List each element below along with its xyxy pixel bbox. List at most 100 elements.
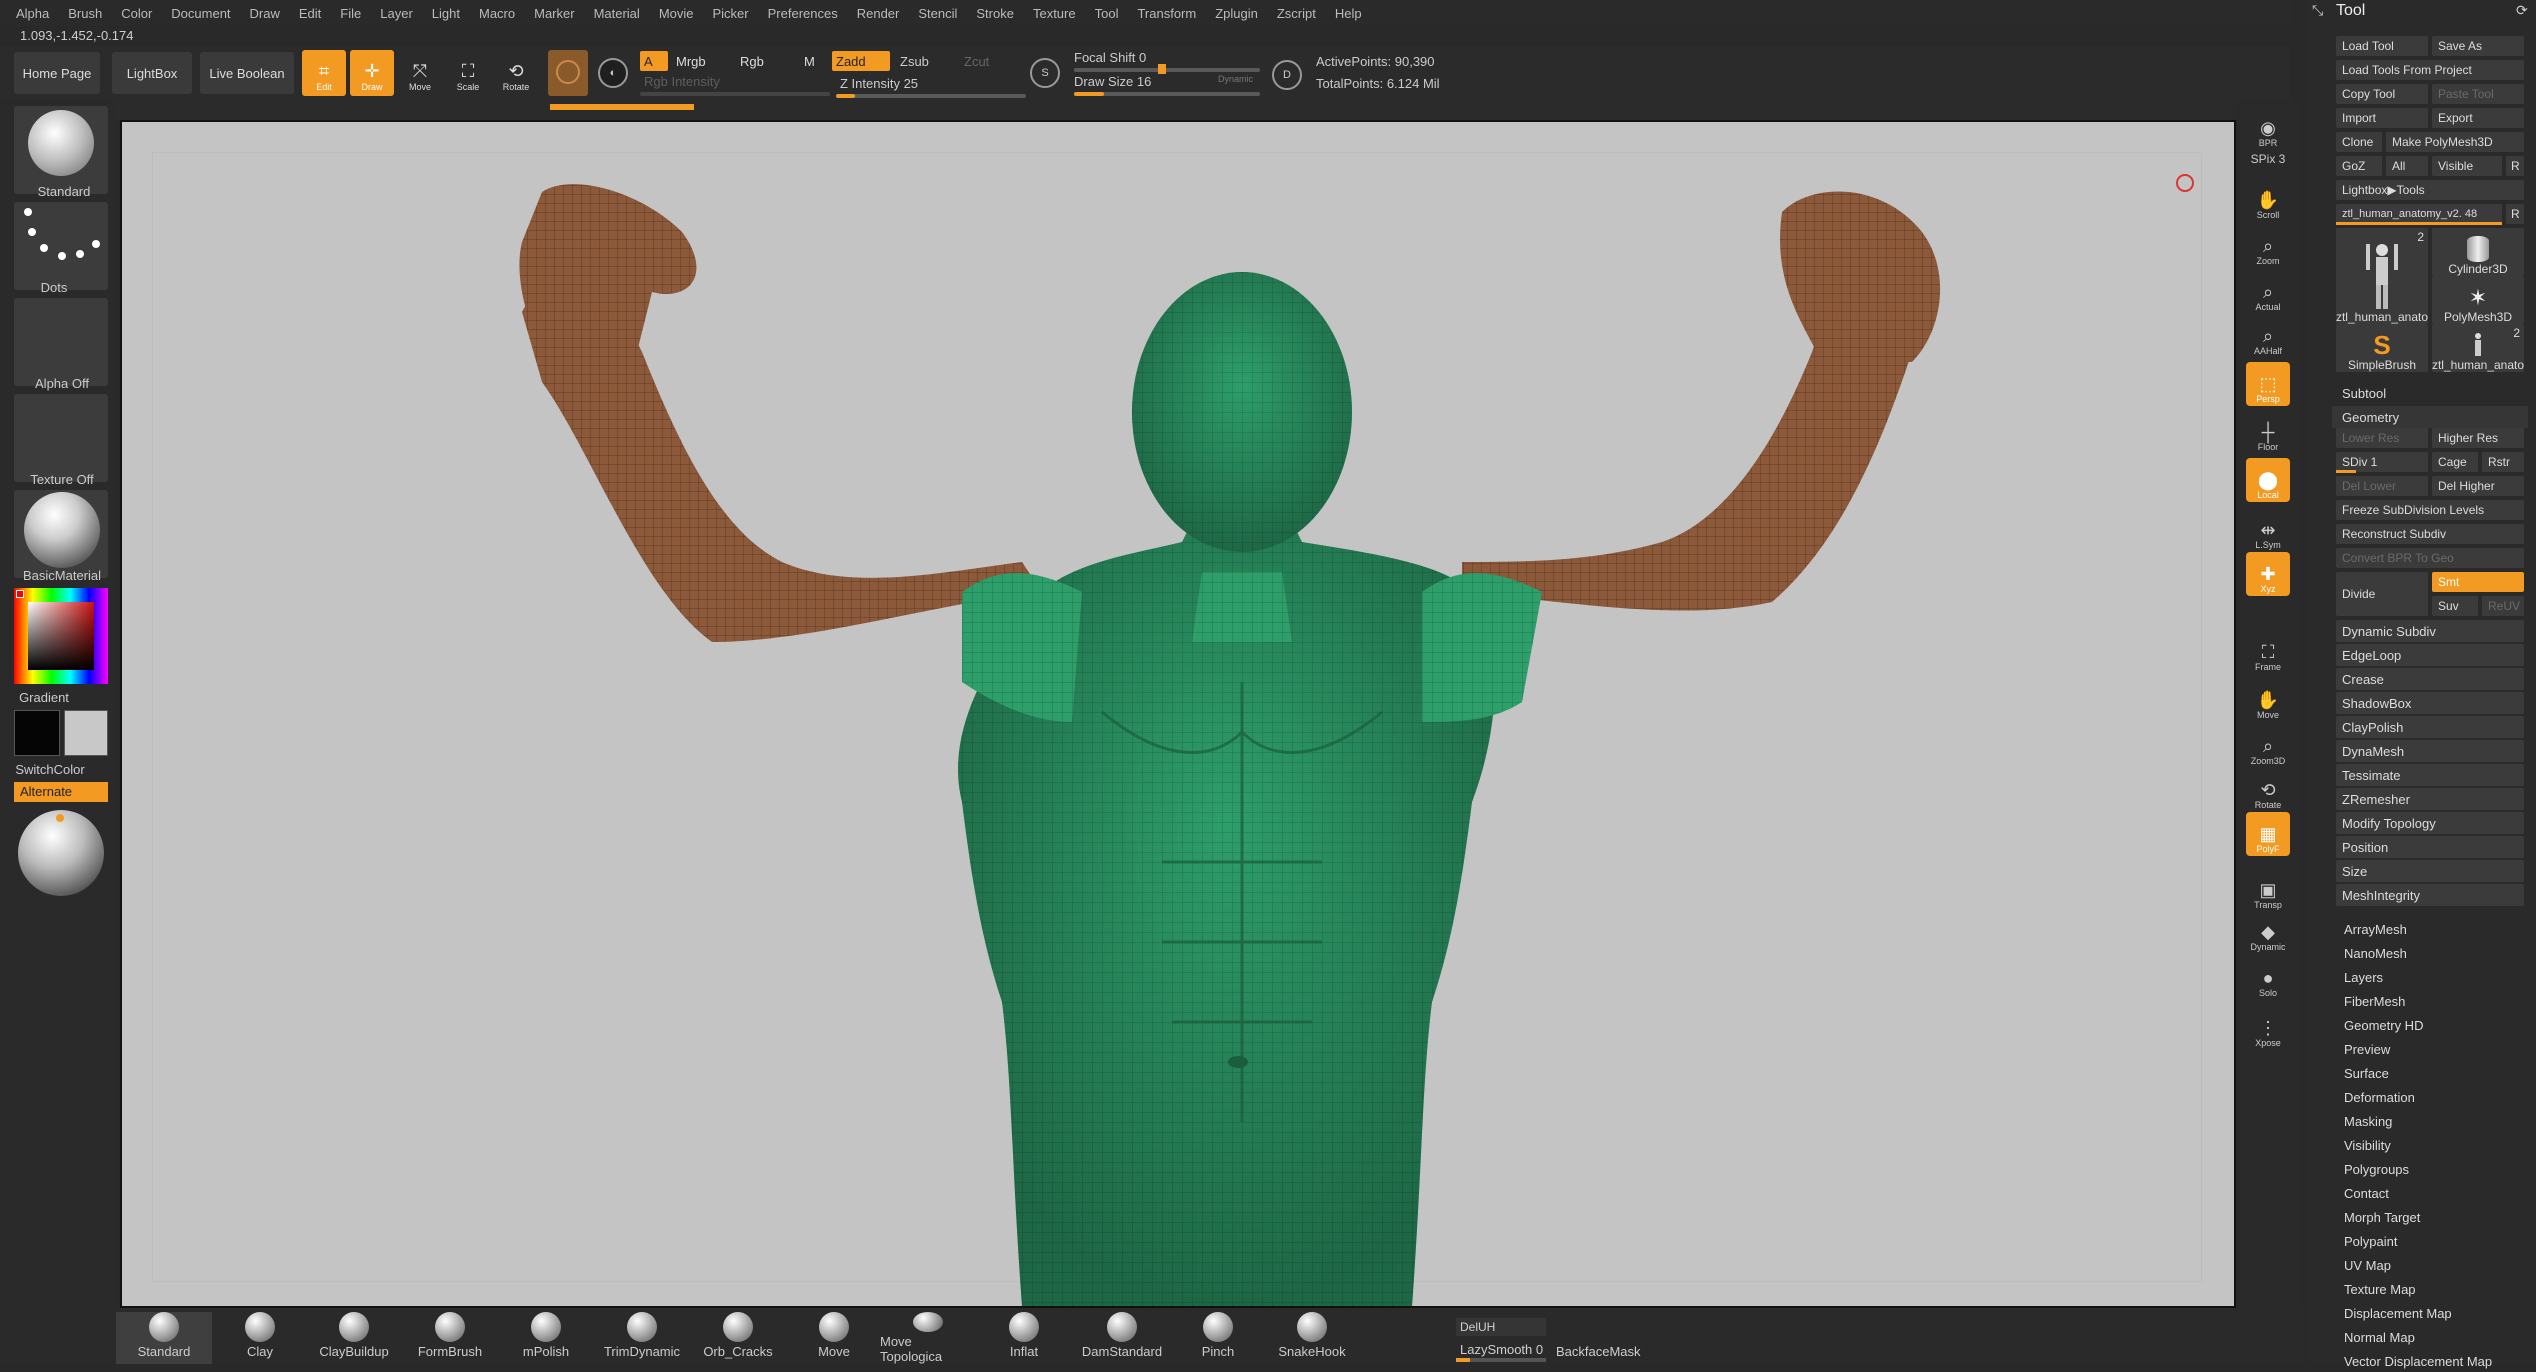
brush-damstandard[interactable]: DamStandard xyxy=(1074,1312,1170,1364)
menu-color[interactable]: Color xyxy=(121,6,152,21)
live-boolean-button[interactable]: Live Boolean xyxy=(200,52,294,94)
alternate-button[interactable]: Alternate xyxy=(14,782,108,802)
view-btn-dynamic[interactable]: ◆ Dynamic xyxy=(2246,910,2290,954)
higher-res-button[interactable]: Higher Res xyxy=(2432,428,2524,448)
brush-standard[interactable]: Standard xyxy=(116,1312,212,1364)
view-btn-actual[interactable]: ⌕ Actual xyxy=(2246,270,2290,314)
brush-snakehook[interactable]: SnakeHook xyxy=(1264,1312,1360,1364)
primary-color-swatch[interactable] xyxy=(14,710,60,756)
secondary-color-swatch[interactable] xyxy=(64,710,108,756)
rotate-button[interactable]: ⟲ Rotate xyxy=(494,50,538,96)
focal-shift-handle[interactable] xyxy=(1158,64,1166,74)
menu-movie[interactable]: Movie xyxy=(659,6,694,21)
rgb-intensity-slider[interactable]: Rgb Intensity xyxy=(644,74,720,89)
make-polymesh-button[interactable]: Make PolyMesh3D xyxy=(2386,132,2524,152)
move-button[interactable]: ⤧ Move xyxy=(398,50,442,96)
save-as-button[interactable]: Save As xyxy=(2432,36,2524,56)
human-anatomy-model[interactable] xyxy=(122,122,2234,1306)
home-page-button[interactable]: Home Page xyxy=(14,52,100,94)
divide-button[interactable]: Divide xyxy=(2336,572,2428,616)
brush-move[interactable]: Move xyxy=(786,1312,882,1364)
view-btn-zoom3d[interactable]: ⌕ Zoom3D xyxy=(2246,724,2290,768)
z-intensity-slider[interactable] xyxy=(836,94,1026,98)
goz-all-button[interactable]: All xyxy=(2386,156,2428,176)
geo-dynamesh[interactable]: DynaMesh xyxy=(2336,740,2524,762)
freeze-subdivision-button[interactable]: Freeze SubDivision Levels xyxy=(2336,500,2524,520)
clone-button[interactable]: Clone xyxy=(2336,132,2382,152)
section-nanomesh[interactable]: NanoMesh xyxy=(2344,942,2407,964)
view-btn-l-sym[interactable]: ⇹ L.Sym xyxy=(2246,508,2290,552)
menu-material[interactable]: Material xyxy=(594,6,640,21)
section-visibility[interactable]: Visibility xyxy=(2344,1134,2391,1156)
reuv-button[interactable]: ReUV xyxy=(2482,596,2524,616)
view-btn-xpose[interactable]: ⋮ Xpose xyxy=(2246,1006,2290,1050)
brush-formbrush[interactable]: FormBrush xyxy=(402,1312,498,1364)
section-deformation[interactable]: Deformation xyxy=(2344,1086,2415,1108)
menu-file[interactable]: File xyxy=(340,6,361,21)
zsub-toggle[interactable]: Zsub xyxy=(896,51,946,71)
menu-macro[interactable]: Macro xyxy=(479,6,515,21)
export-button[interactable]: Export xyxy=(2432,108,2524,128)
menu-picker[interactable]: Picker xyxy=(713,6,749,21)
tool-thumb-anatomy-1[interactable]: ztl_human_anato 2 xyxy=(2336,228,2428,324)
backface-mask-toggle[interactable]: BackfaceMask xyxy=(1556,1344,1641,1359)
geo-claypolish[interactable]: ClayPolish xyxy=(2336,716,2524,738)
geo-size[interactable]: Size xyxy=(2336,860,2524,882)
zcut-toggle[interactable]: Zcut xyxy=(960,51,1000,71)
del-lower-button[interactable]: Del Lower xyxy=(2336,476,2428,496)
paste-tool-button[interactable]: Paste Tool xyxy=(2432,84,2524,104)
section-arraymesh[interactable]: ArrayMesh xyxy=(2344,918,2407,940)
view-btn-local[interactable]: ⬤ Local xyxy=(2246,458,2290,502)
section-contact[interactable]: Contact xyxy=(2344,1182,2389,1204)
section-polypaint[interactable]: Polypaint xyxy=(2344,1230,2397,1252)
menu-layer[interactable]: Layer xyxy=(380,6,413,21)
copy-tool-button[interactable]: Copy Tool xyxy=(2336,84,2428,104)
color-picker[interactable] xyxy=(14,588,108,684)
rstr-button[interactable]: Rstr xyxy=(2482,452,2524,472)
menu-transform[interactable]: Transform xyxy=(1137,6,1196,21)
view-btn-move[interactable]: ✋ Move xyxy=(2246,678,2290,722)
menu-texture[interactable]: Texture xyxy=(1033,6,1076,21)
menu-tool[interactable]: Tool xyxy=(1095,6,1119,21)
menu-alpha[interactable]: Alpha xyxy=(16,6,49,21)
brush-inflat[interactable]: Inflat xyxy=(976,1312,1072,1364)
view-btn-polyf[interactable]: ▦ PolyF xyxy=(2246,812,2290,856)
edit-button[interactable]: ⌗ Edit xyxy=(302,50,346,96)
sdiv-slider[interactable]: SDiv 1 xyxy=(2336,452,2428,472)
menu-light[interactable]: Light xyxy=(432,6,460,21)
subtool-header[interactable]: Subtool xyxy=(2332,382,2528,404)
material-slot[interactable] xyxy=(14,490,108,578)
rgb-intensity-track[interactable] xyxy=(640,92,830,96)
menu-preferences[interactable]: Preferences xyxy=(768,6,838,21)
section-geometry-hd[interactable]: Geometry HD xyxy=(2344,1014,2423,1036)
m-toggle[interactable]: M xyxy=(800,51,822,71)
brush-orb-cracks[interactable]: Orb_Cracks xyxy=(690,1312,786,1364)
stroke-slot[interactable] xyxy=(14,202,108,290)
brush-mpolish[interactable]: mPolish xyxy=(498,1312,594,1364)
geo-shadowbox[interactable]: ShadowBox xyxy=(2336,692,2524,714)
goz-visible-button[interactable]: Visible xyxy=(2432,156,2502,176)
menu-document[interactable]: Document xyxy=(171,6,230,21)
menu-stroke[interactable]: Stroke xyxy=(976,6,1014,21)
draw-size-slider[interactable] xyxy=(1074,92,1260,96)
color-sv-square[interactable] xyxy=(28,602,94,670)
section-fibermesh[interactable]: FiberMesh xyxy=(2344,990,2405,1012)
suv-toggle[interactable]: Suv xyxy=(2432,596,2478,616)
tool-thumb-polymesh[interactable]: ✶ PolyMesh3D xyxy=(2432,276,2524,324)
view-btn-rotate[interactable]: ⟲ Rotate xyxy=(2246,768,2290,812)
section-vector-displacement-map[interactable]: Vector Displacement Map xyxy=(2344,1350,2492,1372)
texture-slot[interactable] xyxy=(14,394,108,482)
menu-render[interactable]: Render xyxy=(857,6,900,21)
import-button[interactable]: Import xyxy=(2336,108,2428,128)
geo-modify-topology[interactable]: Modify Topology xyxy=(2336,812,2524,834)
view-btn-zoom[interactable]: ⌕ Zoom xyxy=(2246,224,2290,268)
view-btn-floor[interactable]: ┼ Floor xyxy=(2246,410,2290,454)
lazy-smooth-track[interactable] xyxy=(1456,1358,1546,1362)
palette-settings-icon[interactable]: ⟳ xyxy=(2516,2,2528,19)
light-sphere[interactable] xyxy=(18,810,104,896)
lightbox-button[interactable]: LightBox xyxy=(112,52,192,94)
view-btn-spix-3[interactable]: SPix 3 xyxy=(2246,150,2290,168)
convert-bpr-button[interactable]: Convert BPR To Geo xyxy=(2336,548,2524,568)
goz-button[interactable]: GoZ xyxy=(2336,156,2382,176)
section-displacement-map[interactable]: Displacement Map xyxy=(2344,1302,2452,1324)
